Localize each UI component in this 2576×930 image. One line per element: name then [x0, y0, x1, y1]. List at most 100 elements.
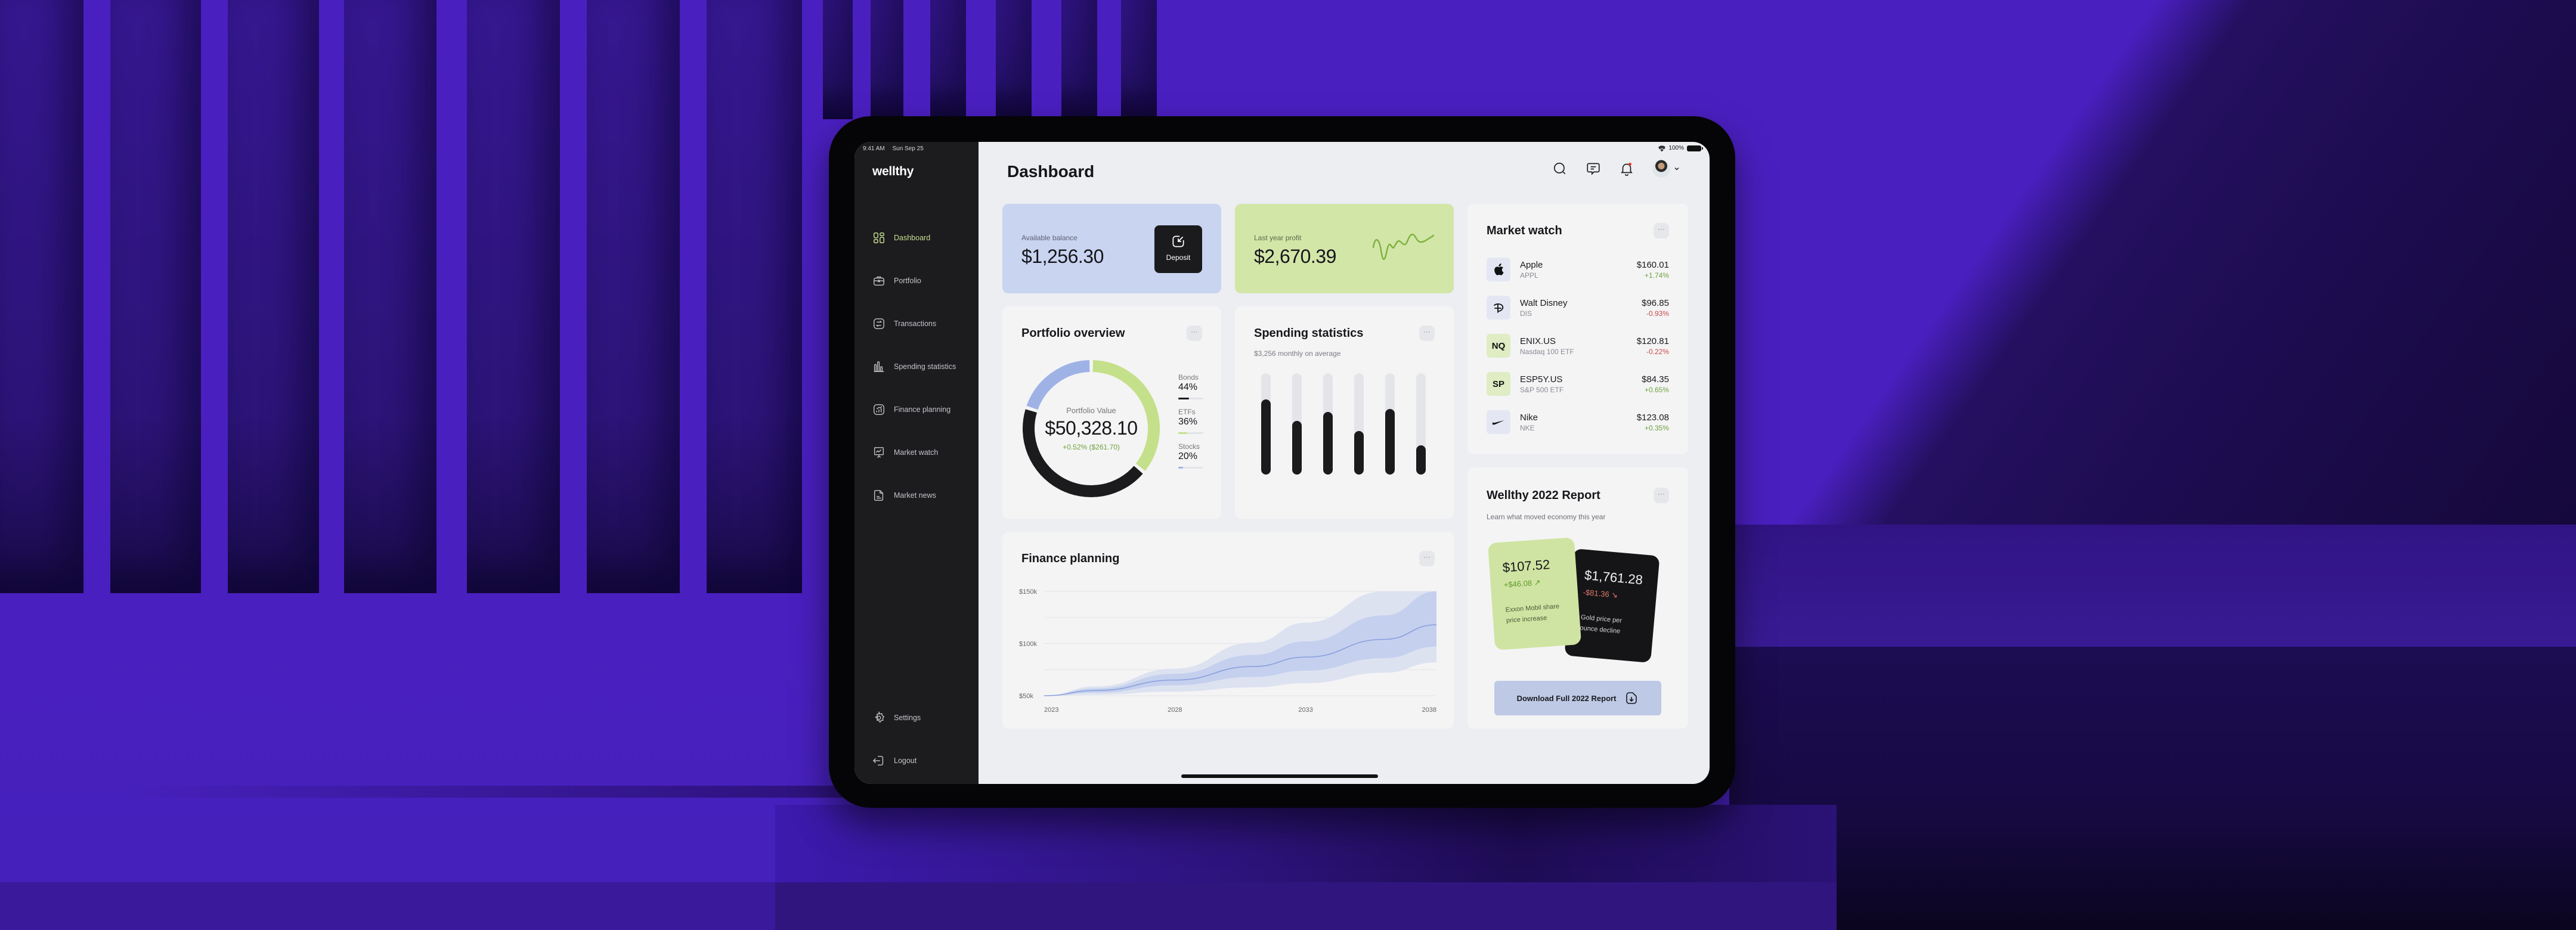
download-file-icon — [1626, 692, 1637, 704]
legend-item-bonds: Bonds 44% — [1178, 373, 1203, 399]
page-title: Dashboard — [1007, 162, 1095, 181]
sidebar-item-portfolio[interactable]: Portfolio — [872, 259, 956, 302]
market-row-nike[interactable]: Nike NKE $123.08 +0.35% — [1487, 403, 1669, 441]
bar-track — [1323, 373, 1333, 475]
spending-title: Spending statistics — [1254, 327, 1364, 340]
chevron-down-icon — [1674, 167, 1679, 170]
sidebar-item-finance-planning[interactable]: Finance planning — [872, 388, 956, 431]
market-row-apple[interactable]: Apple APPL $160.01 +1.74% — [1487, 250, 1669, 289]
bar-feb[interactable] — [1292, 420, 1302, 475]
deposit-label: Deposit — [1166, 253, 1191, 262]
sidebar-nav: Dashboard Portfolio Transactions Spendin… — [872, 216, 956, 517]
legend-value: 36% — [1178, 417, 1198, 427]
x-tick-label: 2033 — [1298, 706, 1312, 714]
available-balance-card: Available balance $1,256.30 Deposit — [1002, 204, 1221, 293]
briefcase-icon — [874, 276, 884, 286]
price: $123.08 — [1636, 412, 1669, 423]
pedestal-front — [775, 882, 1837, 930]
market-row-walt-disney[interactable]: Walt Disney DIS $96.85 -0.93% — [1487, 289, 1669, 327]
report-highlight-exxon: $107.52 +$46.08 ↗ Exxon Mobil share pric… — [1487, 537, 1582, 650]
sidebar-item-logout[interactable]: Logout — [872, 739, 921, 782]
sidebar-item-label: Portfolio — [894, 277, 921, 285]
profit-value: $2,670.39 — [1254, 246, 1336, 267]
sidebar-item-label: Spending statistics — [894, 362, 956, 371]
market-watch-list: Apple APPL $160.01 +1.74% Walt Disney DI… — [1487, 250, 1669, 441]
market-row-name: Apple APPL — [1520, 260, 1637, 280]
balance-label: Available balance — [1021, 234, 1078, 242]
price: $96.85 — [1642, 297, 1669, 308]
download-report-button[interactable]: Download Full 2022 Report — [1494, 681, 1661, 715]
price-change: -0.93% — [1646, 309, 1669, 318]
market-row-esp5y[interactable]: SP ESP5Y.US S&P 500 ETF $84.35 +0.65% — [1487, 365, 1669, 403]
disney-icon — [1487, 296, 1510, 320]
sidebar-item-market-news[interactable]: Market news — [872, 474, 956, 517]
ticker: Nasdaq 100 ETF — [1520, 347, 1574, 356]
sidebar-item-settings[interactable]: Settings — [872, 696, 921, 739]
price: $120.81 — [1636, 336, 1669, 346]
balance-value: $1,256.30 — [1021, 246, 1104, 267]
report-subtitle: Learn what moved economy this year — [1487, 513, 1606, 521]
market-watch-title: Market watch — [1487, 224, 1562, 237]
legend-item-stocks: Stocks 20% — [1178, 442, 1203, 469]
market-row-name: ENIX.US Nasdaq 100 ETF — [1520, 336, 1637, 356]
spending-bar-chart: JanFebMarAprMayJul — [1260, 373, 1434, 557]
highlight-description: Exxon Mobil share price increase — [1505, 603, 1560, 625]
market-watch-more-button[interactable]: ··· — [1654, 223, 1669, 238]
finance-projection-chart: $50k $100k $150k 2023 2028 2033 2038 — [1019, 588, 1437, 714]
x-tick-label: 2023 — [1044, 706, 1058, 714]
legend-name: Bonds — [1178, 373, 1199, 382]
status-bar-left: 9:41 AM Sun Sep 25 — [863, 145, 924, 152]
x-tick-label: 2038 — [1422, 706, 1436, 714]
legend-bar-fill — [1178, 467, 1184, 469]
price-change: -0.22% — [1646, 347, 1669, 356]
market-row-quote: $123.08 +0.35% — [1637, 413, 1669, 432]
search-icon[interactable] — [1552, 161, 1568, 176]
price-change: +1.74% — [1644, 271, 1669, 280]
sidebar-item-label: Market watch — [894, 448, 939, 457]
legend-bar — [1178, 467, 1203, 469]
status-bar-right: 100% — [1658, 145, 1703, 151]
bar-apr[interactable] — [1354, 430, 1364, 475]
bar-may[interactable] — [1385, 408, 1395, 475]
sidebar-item-dashboard[interactable]: Dashboard — [872, 216, 956, 259]
sidebar-item-transactions[interactable]: Transactions — [872, 302, 956, 345]
sidebar-item-spending-statistics[interactable]: Spending statistics — [872, 345, 956, 388]
finance-title: Finance planning — [1021, 552, 1120, 565]
bar-chart-icon — [874, 361, 884, 372]
legend-bar-fill — [1178, 398, 1190, 399]
status-date: Sun Sep 25 — [892, 145, 924, 152]
legend-bar-fill — [1178, 432, 1188, 434]
bar-jul[interactable] — [1416, 445, 1426, 475]
market-row-name: ESP5Y.US S&P 500 ETF — [1520, 374, 1642, 394]
sidebar-item-market-watch[interactable]: Market watch — [872, 431, 956, 474]
bar-jan[interactable] — [1261, 399, 1271, 475]
bar-mar[interactable] — [1323, 411, 1333, 475]
download-label: Download Full 2022 Report — [1516, 693, 1617, 703]
bar-track — [1292, 373, 1302, 475]
right-ledge — [1729, 525, 2576, 647]
y-tick-label: $150k — [1019, 588, 1037, 596]
portfolio-more-button[interactable]: ··· — [1187, 326, 1202, 341]
y-tick-label: $100k — [1019, 641, 1037, 648]
message-icon[interactable] — [1586, 161, 1601, 176]
user-menu[interactable] — [1652, 160, 1680, 178]
portfolio-legend: Bonds 44% ETFs 36% Stocks 20% — [1178, 373, 1203, 477]
price: $160.01 — [1636, 259, 1669, 270]
spending-more-button[interactable]: ··· — [1419, 326, 1435, 341]
document-icon — [874, 490, 884, 501]
bell-icon[interactable] — [1619, 161, 1634, 176]
wifi-icon — [1658, 145, 1666, 151]
spending-statistics-card: Spending statistics ··· $3,256 monthly o… — [1235, 306, 1454, 557]
ticker: APPL — [1520, 271, 1538, 280]
sidebar-item-label: Finance planning — [894, 405, 951, 414]
avatar[interactable] — [1652, 160, 1670, 178]
home-indicator[interactable] — [1181, 774, 1378, 778]
finance-more-button[interactable]: ··· — [1419, 551, 1435, 566]
market-row-enix[interactable]: NQ ENIX.US Nasdaq 100 ETF $120.81 -0.22% — [1487, 327, 1669, 365]
sidebar-item-label: Logout — [894, 757, 917, 765]
app-logo[interactable]: wellthy — [872, 165, 914, 179]
report-more-button[interactable]: ··· — [1654, 488, 1669, 503]
highlight-change: +$46.08 ↗ — [1503, 578, 1541, 590]
profit-label: Last year profit — [1254, 234, 1302, 242]
deposit-button[interactable]: Deposit — [1154, 225, 1202, 273]
